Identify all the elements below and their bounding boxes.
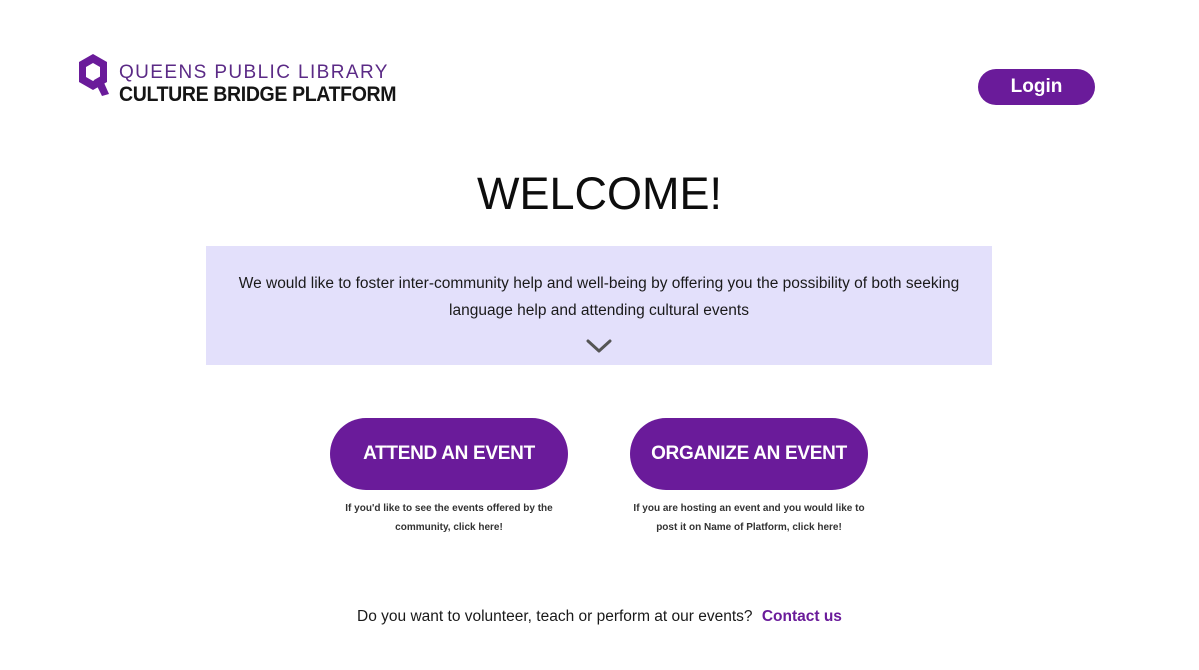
login-button[interactable]: Login bbox=[978, 69, 1095, 105]
library-q-logo-icon bbox=[79, 54, 109, 96]
intro-panel: We would like to foster inter-community … bbox=[206, 246, 992, 365]
library-logo[interactable]: QUEENS PUBLIC LIBRARY CULTURE BRIDGE PLA… bbox=[76, 52, 417, 107]
organize-event-button[interactable]: ORGANIZE AN EVENT bbox=[630, 418, 868, 490]
library-name: QUEENS PUBLIC LIBRARY bbox=[119, 62, 389, 83]
organize-event-caption: If you are hosting an event and you woul… bbox=[633, 503, 865, 533]
logo-text: QUEENS PUBLIC LIBRARY CULTURE BRIDGE PLA… bbox=[119, 52, 417, 107]
volunteer-footer: Do you want to volunteer, teach or perfo… bbox=[0, 608, 1199, 626]
platform-name: CULTURE BRIDGE PLATFORM bbox=[119, 83, 397, 106]
attend-event-caption: If you'd like to see the events offered … bbox=[345, 503, 553, 533]
intro-text: We would like to foster inter-community … bbox=[238, 275, 960, 319]
volunteer-question: Do you want to volunteer, teach or perfo… bbox=[357, 608, 753, 625]
attend-event-button[interactable]: ATTEND AN EVENT bbox=[330, 418, 568, 490]
chevron-down-icon[interactable] bbox=[586, 338, 612, 354]
page-title: WELCOME! bbox=[476, 168, 723, 219]
contact-us-link[interactable]: Contact us bbox=[762, 608, 842, 625]
page: QUEENS PUBLIC LIBRARY CULTURE BRIDGE PLA… bbox=[0, 0, 1199, 670]
